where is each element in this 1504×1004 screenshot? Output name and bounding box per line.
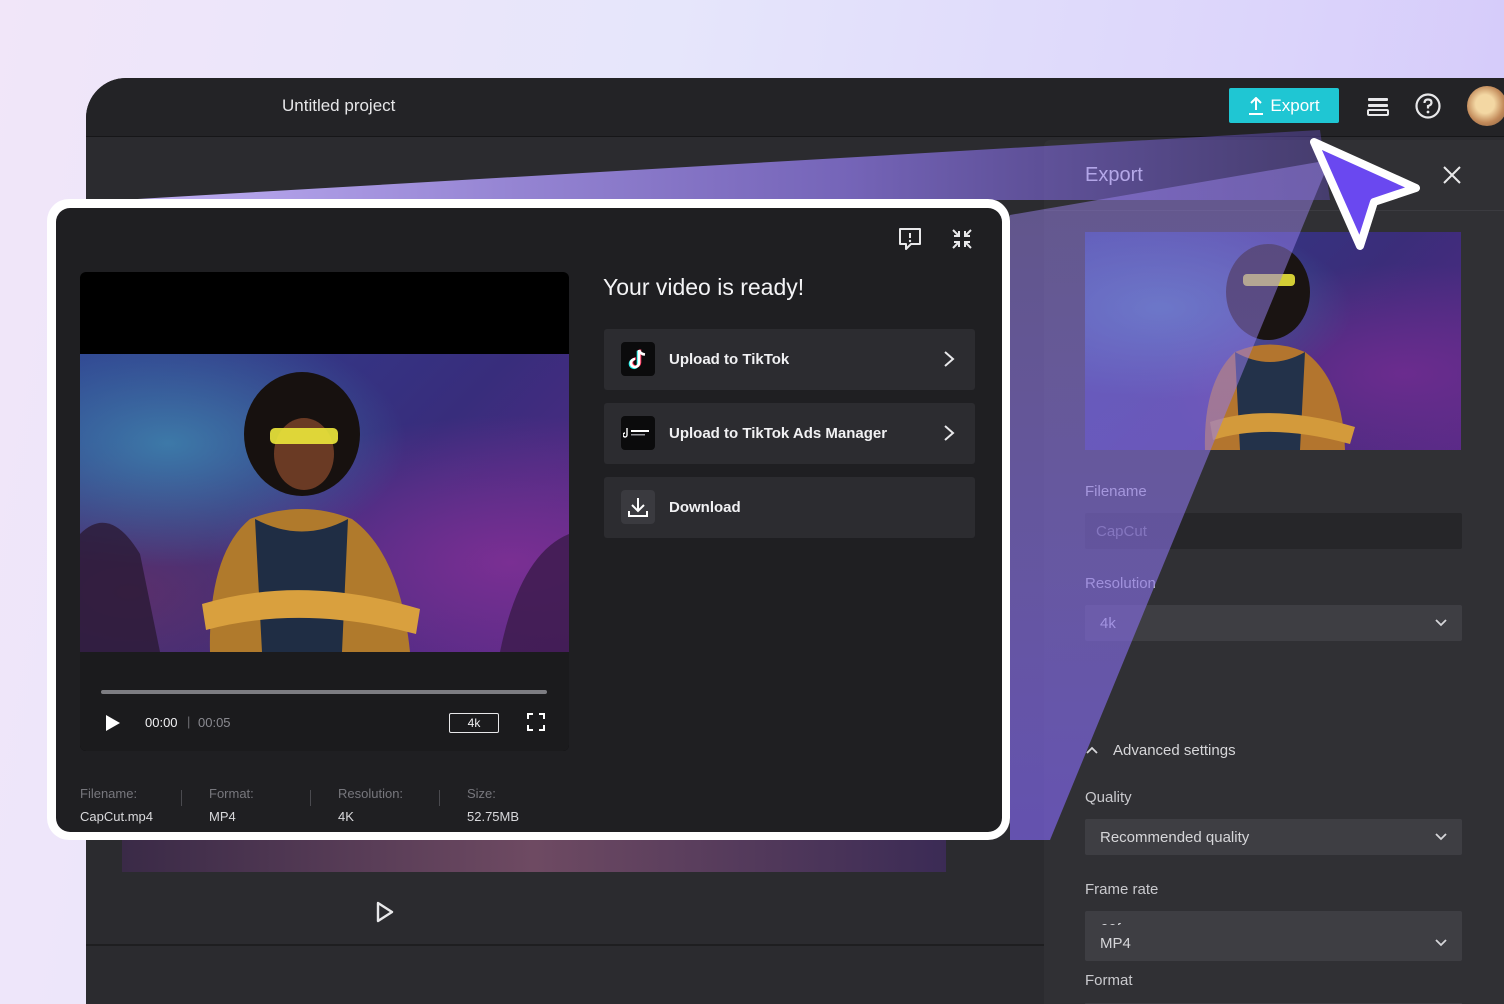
meta-resolution-label: Resolution: [338, 786, 404, 801]
avatar[interactable] [1467, 86, 1504, 126]
filename-input-value: CapCut [1096, 522, 1147, 540]
quality-select[interactable]: Recommended quality [1085, 819, 1462, 855]
project-title[interactable]: Untitled project [282, 96, 395, 116]
collapse-icon[interactable] [949, 226, 975, 252]
quality-select-value: Recommended quality [1100, 828, 1250, 846]
tiktok-icon [621, 342, 655, 376]
portrait-image [80, 372, 569, 652]
format-select-value: MP4 [1100, 934, 1131, 952]
meta-divider [310, 790, 311, 806]
download-button[interactable]: Download [604, 477, 975, 538]
upload-tiktok-button[interactable]: Upload to TikTok [604, 329, 975, 390]
player-controls [80, 652, 569, 751]
play-icon[interactable] [374, 900, 396, 924]
current-time: 00:00 [145, 715, 178, 730]
meta-divider [181, 790, 182, 806]
chevron-down-icon [1435, 939, 1447, 947]
filename-input[interactable]: CapCut [1085, 513, 1462, 549]
meta-resolution-value: 4K [338, 809, 354, 824]
frame-rate-label: Frame rate [1085, 881, 1159, 898]
timeline-divider [86, 944, 1044, 946]
portrait-image [1204, 244, 1355, 450]
resolution-select-value: 4k [1100, 614, 1116, 632]
export-button[interactable]: Export [1229, 88, 1339, 123]
video-player[interactable]: 00:00 | 00:05 4k [80, 272, 569, 751]
export-thumbnail [1085, 232, 1461, 450]
video-ready-dialog: 00:00 | 00:05 4k Filename: CapCut.mp4 Fo… [56, 208, 1002, 832]
time-separator: | [187, 714, 191, 729]
download-label: Download [669, 499, 741, 516]
tiktok-business-icon [621, 416, 655, 450]
dialog-title: Your video is ready! [603, 274, 805, 300]
pointer-cursor-icon [1310, 138, 1420, 250]
export-button-label: Export [1270, 95, 1320, 115]
chevron-down-icon [1435, 833, 1447, 841]
close-icon[interactable] [1441, 164, 1463, 186]
download-icon [621, 490, 655, 524]
resolution-select[interactable]: 4k [1085, 605, 1462, 641]
filename-label: Filename [1085, 483, 1147, 500]
chevron-up-icon [1086, 746, 1098, 754]
progress-bar[interactable] [101, 690, 547, 694]
total-time: 00:05 [198, 715, 231, 730]
resolution-badge[interactable]: 4k [449, 713, 499, 733]
canvas-preview [122, 836, 946, 872]
meta-divider [439, 790, 440, 806]
advanced-settings-label: Advanced settings [1113, 742, 1236, 759]
fullscreen-icon[interactable] [527, 713, 545, 731]
meta-size-label: Size: [467, 786, 496, 801]
export-panel: Export Filename CapCut Resolution 4k Adv… [1044, 140, 1504, 1004]
meta-format-value: MP4 [209, 809, 236, 824]
quality-label: Quality [1085, 789, 1132, 806]
chevron-down-icon [1435, 619, 1447, 627]
play-icon[interactable] [104, 714, 122, 732]
meta-filename-label: Filename: [80, 786, 138, 801]
advanced-settings-toggle[interactable]: Advanced settings [1085, 742, 1236, 759]
meta-filename: Filename: CapCut.mp4 [80, 786, 153, 824]
layers-icon[interactable] [1364, 92, 1392, 120]
meta-size-value: 52.75MB [467, 809, 520, 824]
top-bar: Untitled project Export [86, 78, 1504, 137]
panel-divider [1044, 210, 1504, 211]
export-panel-title: Export [1085, 164, 1143, 186]
meta-size: Size: 52.75MB [467, 786, 519, 824]
upload-tiktok-ads-label: Upload to TikTok Ads Manager [669, 425, 888, 442]
meta-resolution: Resolution: 4K [338, 786, 403, 824]
upload-tiktok-label: Upload to TikTok [669, 351, 790, 368]
feedback-icon[interactable] [897, 226, 923, 252]
chevron-right-icon [944, 425, 955, 441]
chevron-right-icon [944, 351, 955, 367]
video-frame [80, 354, 569, 652]
meta-format-label: Format: [209, 786, 254, 801]
meta-format: Format: MP4 [209, 786, 254, 824]
resolution-label: Resolution [1085, 575, 1156, 592]
help-icon[interactable] [1414, 92, 1442, 120]
format-label: Format [1085, 972, 1133, 989]
upload-icon [1249, 96, 1264, 115]
meta-filename-value: CapCut.mp4 [80, 809, 153, 824]
upload-tiktok-ads-button[interactable]: Upload to TikTok Ads Manager [604, 403, 975, 464]
format-select[interactable]: MP4 [1085, 925, 1462, 961]
